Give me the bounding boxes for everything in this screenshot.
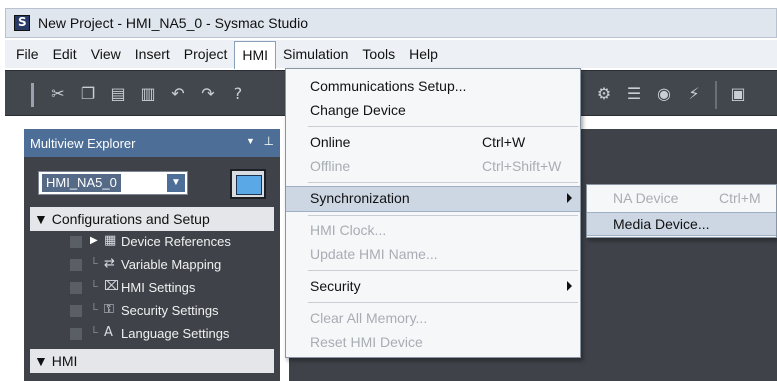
menu-item-update-hmi-name: Update HMI Name... (310, 246, 438, 262)
menu-item-communications-setup[interactable]: Communications Setup... (286, 75, 580, 99)
tree-label: Language Settings (121, 326, 230, 341)
menu-item-reset-hmi-device: Reset HMI Device (310, 334, 423, 350)
copy-icon[interactable]: ❐ (77, 82, 99, 106)
tree-branch: └ (90, 281, 98, 293)
menu-tools[interactable]: Tools (355, 41, 402, 67)
menu-item-change-device[interactable]: Change Device (286, 99, 580, 123)
menu-view[interactable]: View (84, 41, 128, 67)
record-icon[interactable]: ◉ (653, 82, 675, 106)
panel-title: Multiview Explorer (30, 135, 136, 151)
shortcut-label: Ctrl+Shift+W (482, 158, 562, 174)
sysmac-app-icon (14, 15, 30, 31)
paste-icon[interactable]: ▤ (107, 82, 129, 106)
tree-indent-box (70, 259, 82, 271)
submenu-item-na-device: NA Device Ctrl+M (613, 190, 761, 206)
pushpin-icon[interactable]: ⊥ (264, 134, 274, 148)
expand-arrow-icon[interactable]: ▶ (90, 235, 98, 246)
toolbar-grip[interactable] (31, 83, 34, 107)
menu-item-offline: Offline Ctrl+Shift+W (310, 158, 562, 174)
transfer-icon[interactable]: ⚡ (683, 82, 705, 106)
submenu-item-media-device[interactable]: Media Device... (587, 212, 776, 236)
redo-icon[interactable]: ↷ (197, 82, 219, 106)
section-hmi[interactable]: ▼ HMI (30, 349, 274, 373)
cut-icon[interactable]: ✂ (47, 82, 69, 106)
tree-branch: └ (90, 327, 98, 339)
help-icon[interactable]: ? (227, 82, 249, 106)
hmi-dropdown-menu: Communications Setup... Change Device On… (285, 68, 581, 358)
tree-label: HMI Settings (121, 280, 196, 295)
tree-label: Device References (121, 234, 231, 249)
shortcut-label: Ctrl+W (482, 134, 526, 150)
device-references-icon: ▦ (104, 233, 117, 248)
menu-item-hmi-clock: HMI Clock... (310, 222, 387, 238)
menu-insert[interactable]: Insert (128, 41, 177, 67)
language-settings-icon: A (104, 325, 113, 340)
tree-label: Variable Mapping (121, 257, 222, 272)
menu-help[interactable]: Help (402, 41, 445, 67)
tree-indent-box (70, 282, 82, 294)
submenu-arrow-icon (567, 281, 572, 291)
tree-indent-box (70, 305, 82, 317)
shortcut-label: Ctrl+M (719, 190, 761, 206)
undo-icon[interactable]: ↶ (167, 82, 189, 106)
synchronization-submenu: NA Device Ctrl+M Media Device... (586, 184, 777, 238)
device-selector-row: HMI_NA5_0 ▼ (24, 157, 280, 207)
build-icon[interactable]: ▣ (727, 82, 749, 106)
menu-edit[interactable]: Edit (46, 41, 84, 67)
security-settings-icon: ⚿ (104, 302, 114, 317)
tree-item-security-settings[interactable]: └ ⚿ Security Settings (24, 300, 280, 323)
hmi-settings-icon: ⌧ (104, 279, 119, 294)
toolbar-separator (715, 81, 717, 109)
panel-header: Multiview Explorer ▼ ⊥ (24, 129, 280, 157)
menu-item-synchronization[interactable]: Synchronization (286, 186, 580, 212)
tree-indent-box (70, 236, 82, 248)
submenu-arrow-icon (567, 193, 572, 203)
multiview-explorer-panel: Multiview Explorer ▼ ⊥ HMI_NA5_0 ▼ ▼ Con… (24, 129, 280, 381)
tree-item-device-references[interactable]: ▶ ▦ Device References (24, 231, 280, 254)
tree-indent-box (70, 328, 82, 340)
menu-item-security[interactable]: Security (286, 275, 580, 299)
menu-bar: File Edit View Insert Project HMI Simula… (5, 40, 777, 69)
delete-icon[interactable]: ▥ (137, 82, 159, 106)
device-select-value: HMI_NA5_0 (42, 174, 121, 192)
menu-separator (308, 302, 578, 303)
tree-label: Security Settings (121, 303, 219, 318)
menu-separator (308, 270, 578, 271)
tree-item-language-settings[interactable]: └ A Language Settings (24, 323, 280, 346)
device-select[interactable]: HMI_NA5_0 ▼ (38, 171, 188, 195)
pin-icon[interactable]: ▼ (246, 136, 258, 148)
menu-project[interactable]: Project (177, 41, 235, 67)
settings-icon[interactable]: ⚙ (593, 82, 615, 106)
menu-simulation[interactable]: Simulation (276, 41, 355, 67)
menu-separator (308, 182, 578, 183)
hmi-device-icon (230, 169, 266, 199)
title-bar: New Project - HMI_NA5_0 - Sysmac Studio (5, 8, 777, 38)
menu-hmi[interactable]: HMI (234, 41, 277, 69)
list-icon[interactable]: ☰ (623, 82, 645, 106)
chevron-down-icon[interactable]: ▼ (167, 174, 185, 192)
variable-mapping-icon: ⇄ (104, 256, 115, 271)
menu-file[interactable]: File (9, 41, 46, 67)
section-configurations[interactable]: ▼ Configurations and Setup (30, 207, 274, 231)
tree-branch: └ (90, 258, 98, 270)
window-title: New Project - HMI_NA5_0 - Sysmac Studio (38, 15, 308, 31)
tree-item-variable-mapping[interactable]: └ ⇄ Variable Mapping (24, 254, 280, 277)
tree-item-hmi-settings[interactable]: └ ⌧ HMI Settings (24, 277, 280, 300)
tree-branch: └ (90, 304, 98, 316)
menu-item-online[interactable]: Online Ctrl+W (286, 131, 580, 155)
menu-separator (308, 215, 578, 216)
menu-separator (308, 126, 578, 127)
menu-item-clear-all-memory: Clear All Memory... (310, 310, 428, 326)
